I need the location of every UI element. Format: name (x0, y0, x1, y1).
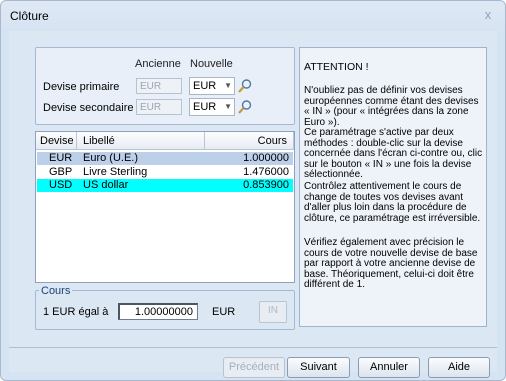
info-paragraph: Ce paramétrage s'active par deux méthode… (304, 127, 483, 181)
row-rate: 1.476000 (243, 166, 289, 178)
table-row[interactable]: GBP Livre Sterling 1.476000 (37, 166, 293, 179)
secondary-new-value: EUR (193, 101, 217, 113)
row-label: US dollar (83, 179, 129, 191)
currency-table[interactable]: Devise Libellé Cours EUR Euro (U.E.) 1.0… (35, 131, 295, 283)
cours-value-field[interactable]: 1.00000000 (118, 303, 198, 320)
help-button[interactable]: Aide (428, 357, 490, 378)
row-code: USD (49, 179, 73, 191)
cours-unit: EUR (212, 306, 236, 318)
row-code: EUR (49, 152, 73, 164)
chevron-down-icon: ▼ (224, 102, 232, 111)
cours-group-title: Cours (39, 285, 73, 297)
col-header-cours-label: Cours (257, 135, 287, 147)
primary-new-value: EUR (193, 80, 217, 92)
close-icon[interactable]: x (479, 7, 497, 23)
col-old-header: Ancienne (135, 58, 181, 70)
primary-label: Devise primaire (43, 81, 120, 93)
secondary-new-select[interactable]: EUR ▼ (189, 98, 235, 116)
info-paragraph: Contrôlez attentivement le cours de chan… (304, 181, 481, 224)
search-icon[interactable] (237, 99, 253, 115)
in-button[interactable]: IN (259, 301, 287, 323)
table-row[interactable]: USD US dollar 0.853900 (37, 179, 293, 192)
row-label: Euro (U.E.) (83, 152, 139, 164)
title-bar[interactable]: Clôture x (1, 1, 505, 31)
row-rate: 0.853900 (243, 179, 289, 191)
col-header-libelle[interactable]: Libellé (77, 132, 205, 150)
primary-new-select[interactable]: EUR ▼ (189, 77, 235, 95)
secondary-old-field: EUR (136, 99, 182, 115)
previous-button[interactable]: Précédent (223, 357, 285, 378)
search-icon[interactable] (237, 78, 253, 94)
row-rate: 1.000000 (243, 152, 289, 164)
window-title: Clôture (10, 9, 49, 23)
table-row[interactable]: EUR Euro (U.E.) 1.000000 (37, 152, 293, 165)
col-header-devise[interactable]: Devise (36, 132, 77, 150)
col-new-header: Nouvelle (190, 58, 233, 70)
col-header-cours[interactable]: Cours (205, 132, 294, 150)
primary-old-field: EUR (136, 78, 182, 94)
row-code: GBP (49, 166, 73, 178)
cours-label: 1 EUR égal à (43, 306, 109, 318)
row-label: Livre Sterling (83, 166, 148, 178)
chevron-down-icon: ▼ (224, 81, 232, 90)
cancel-button[interactable]: Annuler (358, 357, 420, 378)
info-panel: ATTENTION ! N'oubliez pas de définir vos… (299, 47, 487, 327)
divider (9, 347, 497, 348)
secondary-label: Devise secondaire (43, 102, 134, 114)
dialog-window: Clôture x Ancienne Nouvelle Devise prima… (0, 0, 506, 381)
next-button[interactable]: Suivant (287, 357, 350, 378)
info-paragraph: Vérifiez également avec précision le cou… (304, 237, 478, 291)
info-title: ATTENTION ! (304, 61, 369, 73)
info-paragraph: N'oubliez pas de définir vos devises eur… (304, 85, 479, 128)
